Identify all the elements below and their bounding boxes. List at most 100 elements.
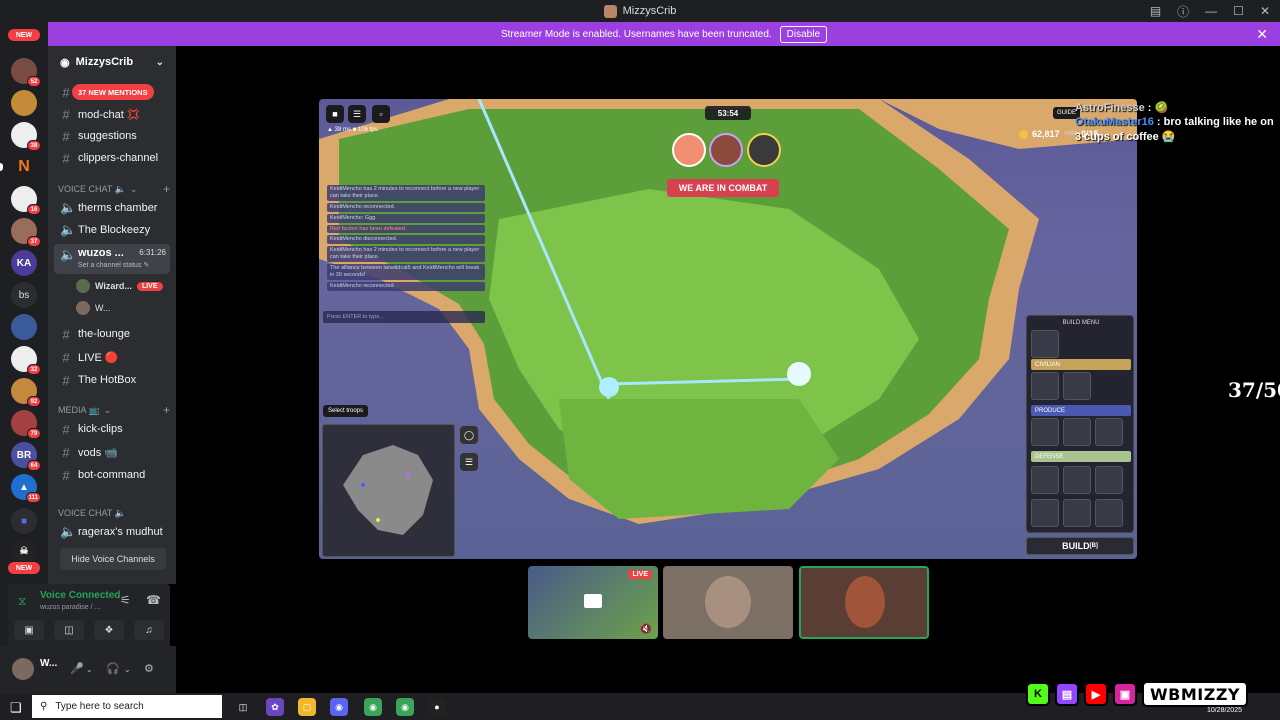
inbox-icon[interactable]: ▤ <box>1150 4 1161 18</box>
speaker-icon: 🔈 <box>60 200 77 215</box>
stream-tile-camera[interactable] <box>663 566 793 639</box>
chrome-icon-2[interactable]: ◉ <box>396 698 414 716</box>
activities-button[interactable]: ❖ <box>94 620 124 640</box>
hash-icon: # <box>62 150 70 166</box>
channel-live[interactable]: # LIVE 🔴 <box>54 347 170 367</box>
minimize-button[interactable]: — <box>1205 4 1217 18</box>
noise-suppression-icon[interactable]: ⚟ <box>120 593 131 607</box>
maximize-button[interactable]: ☐ <box>1233 4 1244 18</box>
channel-kick-clips[interactable]: # kick-clips <box>54 419 170 439</box>
voice-channel-blockeezy[interactable]: 🔈 The Blockeezy <box>54 220 170 240</box>
camera-off-button[interactable]: ▣ <box>14 620 44 640</box>
server-icon-5[interactable]: 16 <box>11 186 41 215</box>
voice-channel-wuzos[interactable]: 🔈 wuzos ... 6:31:26 Set a channel status… <box>54 244 170 274</box>
headphones-icon[interactable]: 🎧 <box>106 662 120 675</box>
channel-the-lounge[interactable]: # the-lounge <box>54 324 170 344</box>
server-icon-1[interactable]: 52 <box>11 58 41 87</box>
server-header[interactable]: ◉ MizzysCrib ⌄ <box>48 46 176 78</box>
channel-vods[interactable]: # vods 📹 <box>54 442 170 462</box>
task-view-icon[interactable]: ◫ <box>234 698 252 716</box>
signal-icon[interactable]: ⧖ <box>18 594 26 609</box>
list-icon[interactable]: ☰ <box>460 453 478 471</box>
close-window-button[interactable]: ✕ <box>1260 4 1270 18</box>
soundboard-button[interactable]: ♫ <box>134 620 164 640</box>
build-slot[interactable] <box>1095 466 1123 494</box>
file-explorer-icon[interactable]: ▢ <box>298 698 316 716</box>
new-mentions-badge[interactable]: 37 NEW MENTIONS <box>72 84 154 100</box>
server-icon-8[interactable] <box>11 314 37 340</box>
build-slot[interactable] <box>1095 418 1123 446</box>
build-slot[interactable] <box>1031 372 1059 400</box>
build-slot[interactable] <box>1063 499 1091 527</box>
copilot-icon[interactable]: ✿ <box>266 698 284 716</box>
build-button[interactable]: BUILD [B] <box>1026 537 1134 555</box>
game-stream-view[interactable]: ■ ☰ ▫ ▲ 38 ms ■ 106 fps 53:54 WE ARE IN … <box>319 99 1137 559</box>
build-slot[interactable] <box>1063 466 1091 494</box>
chevron-down-icon[interactable]: ⌄ <box>124 665 131 674</box>
voice-channel-therms[interactable]: 🔈 therms chamber <box>54 198 170 218</box>
obs-icon[interactable]: ● <box>428 698 446 716</box>
category-voice-chat[interactable]: VOICE CHAT 🔈 ⌄ + <box>58 182 170 196</box>
voice-user-wizard[interactable]: Wizard... LIVE <box>76 276 163 296</box>
muted-icon[interactable]: 🔇 <box>640 624 652 635</box>
channel-clippers[interactable]: # clippers-channel <box>54 148 170 168</box>
windows-start-icon[interactable]: ❏ <box>10 700 22 716</box>
server-icon-bs[interactable]: bs <box>11 282 37 308</box>
voice-user-w[interactable]: W... <box>76 298 111 318</box>
server-icon-7[interactable]: KA <box>11 250 37 276</box>
user-name[interactable]: W... <box>40 658 57 669</box>
server-icon-13[interactable]: ▲ 111 <box>11 474 41 503</box>
build-slot[interactable] <box>1031 466 1059 494</box>
game-chat-input[interactable]: Press ENTER to type... <box>323 311 485 323</box>
chrome-icon[interactable]: ◉ <box>364 698 382 716</box>
game-chat-icon[interactable]: ▫ <box>372 105 390 123</box>
voice-channel-ragerax[interactable]: 🔈 ragerax's mudhut <box>54 522 170 542</box>
server-icon-12[interactable]: BR 64 <box>11 442 41 471</box>
channel-suggestions[interactable]: # suggestions <box>54 126 170 146</box>
microphone-icon[interactable]: 🎤 <box>70 662 84 675</box>
disconnect-icon[interactable]: ☎ <box>146 593 161 607</box>
screen-share-button[interactable]: ◫ <box>54 620 84 640</box>
discord-app-icon[interactable]: ◉ <box>330 698 348 716</box>
taskbar-search[interactable]: ⚲ Type here to search <box>32 695 222 718</box>
category-voice-chat-2[interactable]: VOICE CHAT 🔈 <box>58 506 170 520</box>
speaker-icon: 🔈 <box>60 524 77 539</box>
channel-bot-command[interactable]: # bot-command <box>54 465 170 485</box>
server-icon-9[interactable]: 32 <box>11 346 41 375</box>
camera-icon[interactable]: ◯ <box>460 426 478 444</box>
avatar[interactable] <box>12 658 34 680</box>
disable-streamer-mode-button[interactable]: Disable <box>779 25 828 43</box>
server-icon-2[interactable] <box>11 90 37 116</box>
select-troops-button[interactable]: Select troops <box>323 405 369 417</box>
server-icon-11[interactable]: 79 <box>11 410 41 439</box>
server-icon-4[interactable]: N <box>11 154 37 180</box>
chevron-down-icon[interactable]: ⌄ <box>86 665 93 674</box>
banner-close-icon[interactable]: ✕ <box>1256 26 1268 43</box>
server-icon-14[interactable]: ☠ <box>11 538 37 564</box>
stream-tile-game[interactable]: LIVE 🔇 <box>528 566 658 639</box>
voice-channel-path[interactable]: wuzos paradise / ... <box>40 604 100 611</box>
build-slot[interactable] <box>1031 330 1059 358</box>
folder-icon[interactable]: ■ <box>11 508 37 534</box>
build-slot[interactable] <box>1063 418 1091 446</box>
hide-voice-channels-button[interactable]: Hide Voice Channels <box>60 548 166 570</box>
category-media[interactable]: MEDIA 📺 ⌄ + <box>58 403 170 417</box>
build-slot[interactable] <box>1031 499 1059 527</box>
minimap[interactable] <box>322 424 455 557</box>
build-slot[interactable] <box>1063 372 1091 400</box>
channel-mod-chat[interactable]: # mod-chat 💢 <box>54 104 170 124</box>
server-icon-10[interactable]: 92 <box>11 378 41 407</box>
game-logo-icon[interactable]: ■ <box>326 105 344 123</box>
game-menu-icon[interactable]: ☰ <box>348 105 366 123</box>
stream-tile-avatar[interactable] <box>799 566 929 639</box>
channel-the-hotbox[interactable]: # The HotBox <box>54 370 170 390</box>
new-pill[interactable]: NEW <box>8 29 40 41</box>
help-icon[interactable]: ⓘ <box>1177 3 1189 20</box>
server-icon-6[interactable]: 37 <box>11 218 41 247</box>
new-pill-bottom[interactable]: NEW <box>8 562 40 574</box>
settings-gear-icon[interactable]: ⚙ <box>144 662 154 675</box>
server-icon-3[interactable]: 38 <box>11 122 41 151</box>
chat-log-line: The alliance between lanwildcat5 and Kei… <box>327 264 485 280</box>
build-slot[interactable] <box>1095 499 1123 527</box>
build-slot[interactable] <box>1031 418 1059 446</box>
